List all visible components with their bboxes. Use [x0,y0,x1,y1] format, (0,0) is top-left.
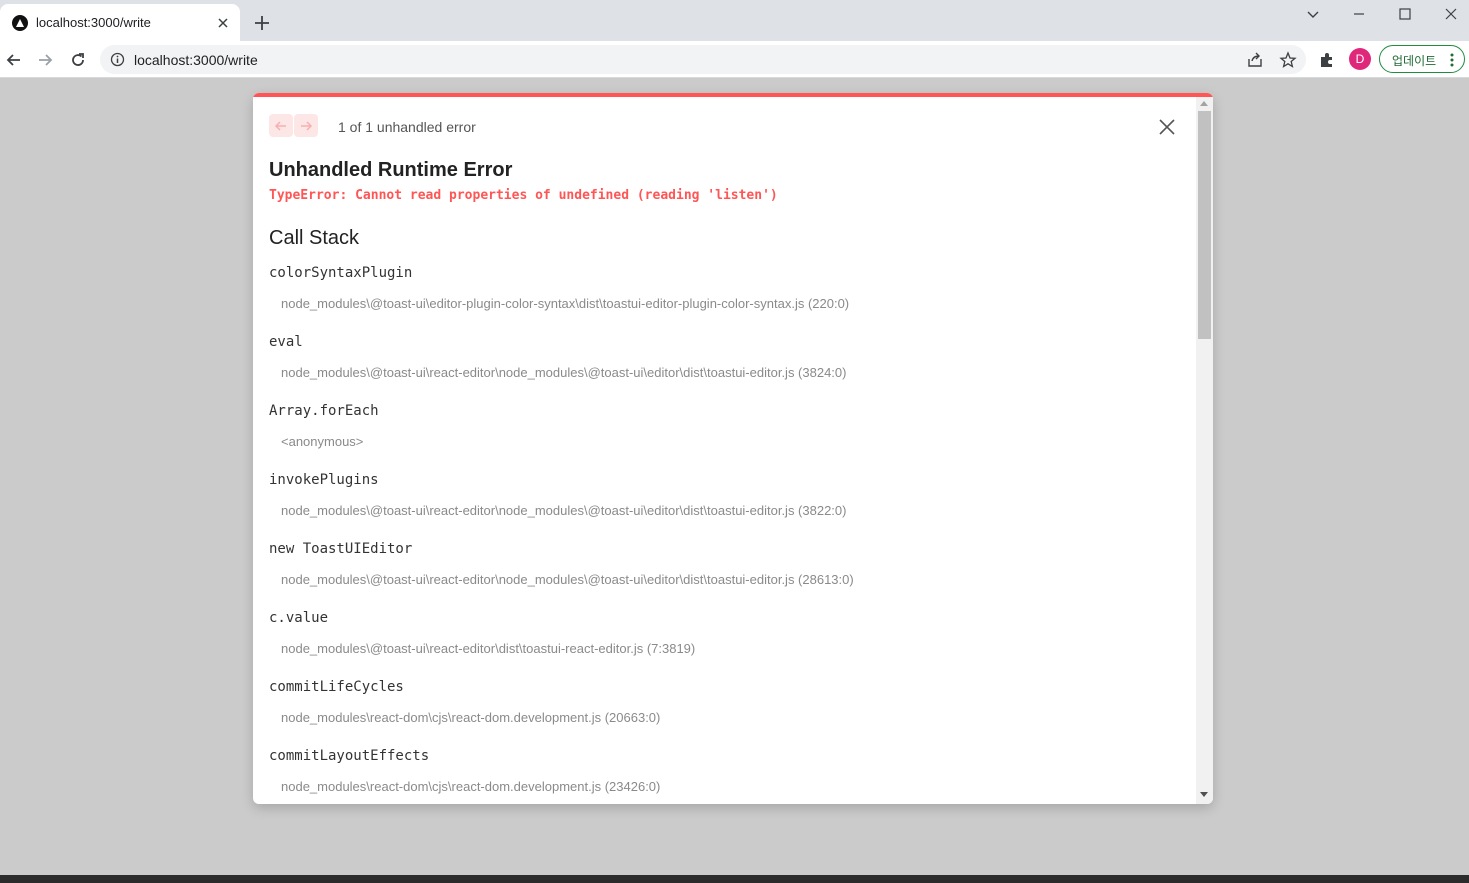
maximize-icon[interactable] [1381,0,1427,30]
error-message: TypeError: Cannot read properties of und… [269,188,778,203]
frame-location[interactable]: node_modules\react-dom\cjs\react-dom.dev… [281,710,660,725]
tab-strip: localhost:3000/write [0,0,1469,41]
stack-frame[interactable]: new ToastUIEditor node_modules\@toast-ui… [269,541,1169,610]
frame-location[interactable]: node_modules\@toast-ui\editor-plugin-col… [281,296,849,311]
tab-close-icon[interactable] [213,13,233,33]
window-close-icon[interactable] [1427,0,1469,30]
frame-function: eval [269,334,303,350]
error-count: 1 of 1 unhandled error [338,119,476,135]
scroll-up-arrow-icon[interactable] [1200,101,1208,106]
frame-location[interactable]: node_modules\@toast-ui\react-editor\node… [281,503,846,518]
taskbar-edge [0,875,1469,883]
back-arrow-icon[interactable] [1,47,27,73]
scrollbar-thumb[interactable] [1198,111,1211,339]
browser-toolbar: localhost:3000/write D 업데이트 [0,41,1469,78]
update-label: 업데이트 [1392,54,1437,68]
frame-function: invokePlugins [269,472,379,488]
forward-arrow-icon[interactable] [32,47,58,73]
dialog-accent-bar [253,93,1213,97]
minimize-icon[interactable] [1335,0,1381,30]
nextjs-favicon-icon [12,15,28,31]
next-error-arrow-icon[interactable] [294,114,318,137]
new-tab-plus-icon[interactable] [252,13,272,33]
frame-function: c.value [269,610,329,626]
stack-frame[interactable]: c.value node_modules\@toast-ui\react-edi… [269,610,1169,679]
call-stack-title: Call Stack [269,227,360,249]
tab-title: localhost:3000/write [36,15,151,30]
browser-tab[interactable]: localhost:3000/write [0,4,240,41]
frame-location: <anonymous> [281,434,364,449]
frame-function: commitLifeCycles [269,679,404,695]
stack-frame[interactable]: Array.forEach <anonymous> [269,403,1169,472]
update-button[interactable]: 업데이트 [1379,45,1465,73]
stack-frame[interactable]: invokePlugins node_modules\@toast-ui\rea… [269,472,1169,541]
frame-function: colorSyntaxPlugin [269,265,413,281]
prev-error-arrow-icon[interactable] [269,114,293,137]
address-bar[interactable]: localhost:3000/write [100,45,1306,74]
bookmark-star-icon[interactable] [1279,51,1297,69]
error-pager [269,114,318,137]
error-overlay-dialog: 1 of 1 unhandled error Unhandled Runtime… [253,93,1213,804]
frame-location[interactable]: node_modules\@toast-ui\react-editor\dist… [281,641,695,656]
site-info-icon[interactable] [110,52,125,67]
frame-function: commitLayoutEffects [269,748,430,764]
stack-frame[interactable]: commitLifeCycles node_modules\react-dom\… [269,679,1169,748]
frame-location[interactable]: node_modules\@toast-ui\react-editor\node… [281,572,854,587]
url-text[interactable]: localhost:3000/write [134,52,258,68]
stack-frame[interactable]: eval node_modules\@toast-ui\react-editor… [269,334,1169,403]
frame-location[interactable]: node_modules\@toast-ui\react-editor\node… [281,365,846,380]
menu-kebab-icon[interactable] [1450,52,1454,68]
stack-frame[interactable]: commitLayoutEffects node_modules\react-d… [269,748,1169,804]
scroll-down-arrow-icon[interactable] [1200,792,1208,797]
frame-location[interactable]: node_modules\react-dom\cjs\react-dom.dev… [281,779,660,794]
share-icon[interactable] [1246,51,1264,69]
frame-function: new ToastUIEditor [269,541,413,557]
error-title: Unhandled Runtime Error [269,159,513,181]
stack-frame[interactable]: colorSyntaxPlugin node_modules\@toast-ui… [269,265,1169,334]
reload-icon[interactable] [65,47,91,73]
profile-avatar[interactable]: D [1349,48,1371,70]
frame-function: Array.forEach [269,403,379,419]
extensions-puzzle-icon[interactable] [1318,51,1336,69]
tab-search-chevron-icon[interactable] [1289,0,1335,30]
dialog-close-icon[interactable] [1157,117,1177,137]
